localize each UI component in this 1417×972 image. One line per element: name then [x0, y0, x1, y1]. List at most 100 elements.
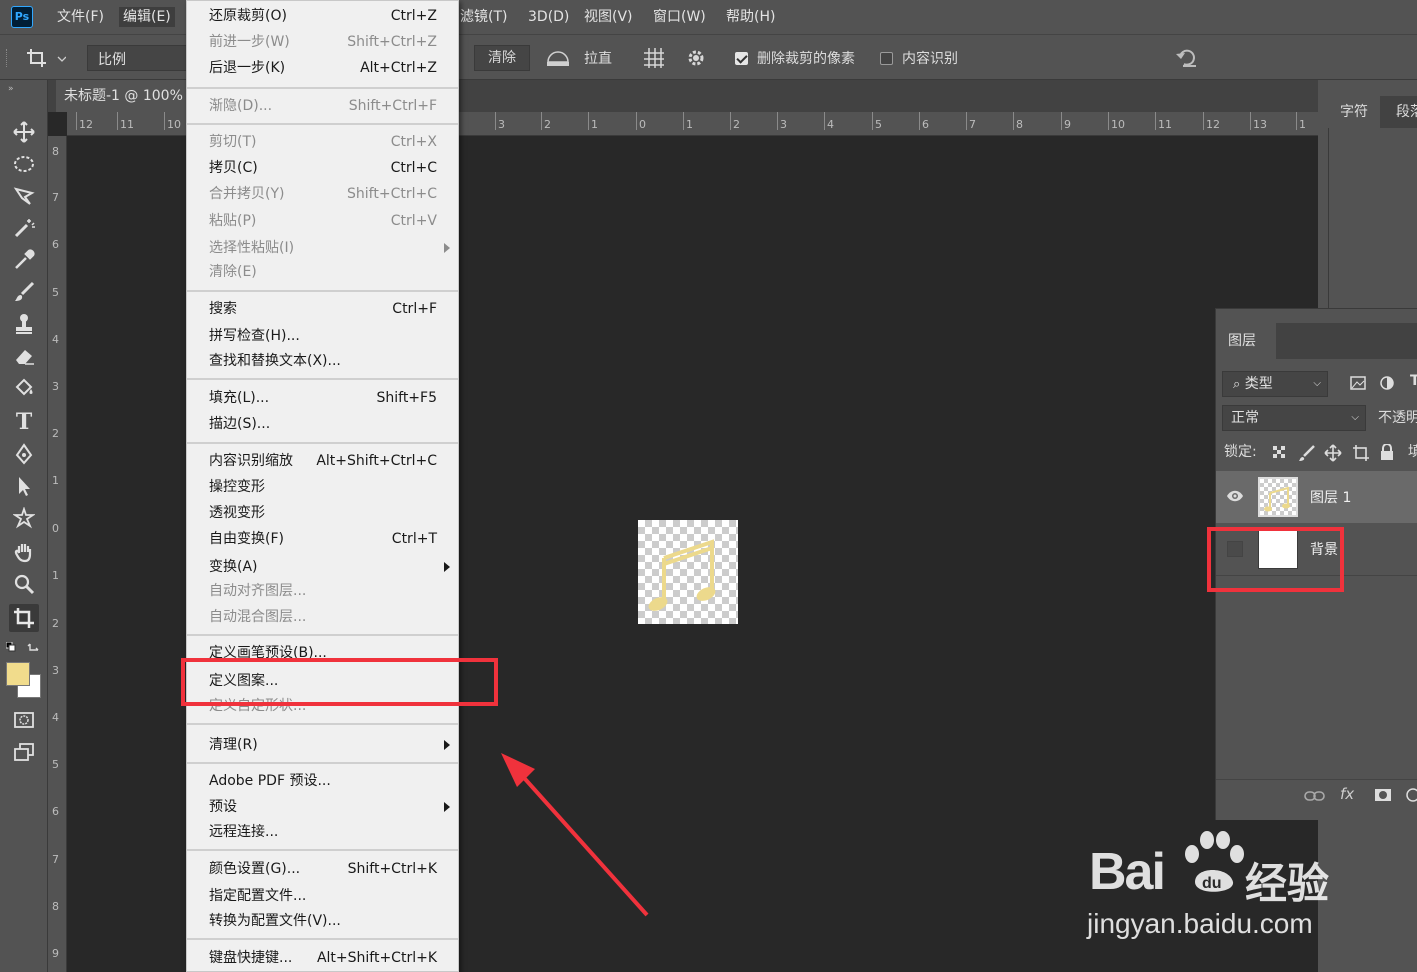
grip-icon	[6, 49, 8, 67]
collapse-icon[interactable]: »	[8, 84, 14, 94]
menu-item-copy-merged[interactable]: 合并拷贝(Y) Shift+Ctrl+C	[187, 181, 458, 207]
tab-layers[interactable]: 图层	[1216, 323, 1276, 359]
menu-item-presets[interactable]: 预设	[187, 794, 458, 820]
tab-paragraph[interactable]: 段落	[1384, 96, 1417, 128]
crop-tool-icon[interactable]	[9, 604, 39, 632]
lock-image-pixels-icon[interactable]	[1298, 445, 1316, 461]
adjustment-layer-filter-icon[interactable]	[1379, 375, 1395, 391]
crop-tool-preset-icon[interactable]	[26, 47, 66, 69]
menu-item-step-backward[interactable]: 后退一步(K) Alt+Ctrl+Z	[187, 55, 458, 81]
menu-file[interactable]: 文件(F)	[57, 8, 104, 26]
menu-item-remote-connections[interactable]: 远程连接...	[187, 819, 458, 845]
menu-item-perspective-warp[interactable]: 透视变形	[187, 500, 458, 526]
layer-row[interactable]: 图层 1	[1216, 471, 1417, 523]
type-layer-filter-icon[interactable]: T	[1410, 373, 1417, 389]
lock-all-icon[interactable]	[1380, 444, 1394, 461]
straighten-label[interactable]: 拉直	[584, 48, 612, 68]
menu-item-paste[interactable]: 粘贴(P) Ctrl+V	[187, 208, 458, 234]
menu-separator	[187, 378, 458, 380]
eraser-tool-icon[interactable]	[9, 342, 39, 370]
clone-stamp-tool-icon[interactable]	[9, 310, 39, 338]
layers-tabbar: 图层	[1216, 323, 1417, 359]
foreground-color-swatch[interactable]	[6, 662, 30, 686]
eye-icon[interactable]	[1226, 489, 1244, 503]
paint-bucket-tool-icon[interactable]	[9, 374, 39, 402]
tab-character[interactable]: 字符	[1328, 96, 1380, 128]
menu-item-color-settings[interactable]: 颜色设置(G)... Shift+Ctrl+K	[187, 856, 458, 882]
content-aware-checkbox[interactable]	[880, 52, 893, 65]
menu-item-assign-profile[interactable]: 指定配置文件...	[187, 883, 458, 909]
menu-item-find-replace[interactable]: 查找和替换文本(X)...	[187, 348, 458, 374]
menu-item-stroke[interactable]: 描边(S)...	[187, 411, 458, 437]
reset-crop-icon[interactable]	[1175, 47, 1199, 69]
straighten-icon[interactable]	[546, 48, 570, 68]
hand-tool-icon[interactable]	[9, 538, 39, 566]
menu-item-step-forward[interactable]: 前进一步(W) Shift+Ctrl+Z	[187, 29, 458, 55]
document-tab[interactable]: 未标题-1 @ 100%	[56, 80, 196, 112]
zoom-tool-icon[interactable]	[9, 570, 39, 598]
menu-item-transform[interactable]: 变换(A)	[187, 554, 458, 580]
menu-view[interactable]: 视图(V)	[584, 8, 633, 26]
menu-item-clear[interactable]: 清除(E)	[187, 259, 458, 285]
delete-cropped-pixels-checkbox[interactable]	[735, 52, 748, 65]
magic-wand-tool-icon[interactable]	[9, 214, 39, 242]
pixel-layer-filter-icon[interactable]	[1350, 375, 1366, 391]
shape-tool-icon[interactable]	[9, 504, 39, 532]
menu-help[interactable]: 帮助(H)	[726, 8, 775, 26]
menu-item-copy[interactable]: 拷贝(C) Ctrl+C	[187, 155, 458, 181]
menu-item-undo[interactable]: 还原裁剪(O) Ctrl+Z	[187, 3, 458, 29]
menu-item-convert-profile[interactable]: 转换为配置文件(V)...	[187, 908, 458, 934]
menu-item-content-aware-scale[interactable]: 内容识别缩放 Alt+Shift+Ctrl+C	[187, 448, 458, 474]
menu-item-pdf-presets[interactable]: Adobe PDF 预设...	[187, 768, 458, 794]
menu-item-puppet-warp[interactable]: 操控变形	[187, 474, 458, 500]
menu-item-spell-check[interactable]: 拼写检查(H)...	[187, 323, 458, 349]
document-canvas[interactable]	[638, 520, 738, 624]
ratio-select[interactable]: 比例	[87, 45, 187, 71]
menu-item-auto-blend-layers[interactable]: 自动混合图层...	[187, 604, 458, 630]
add-mask-icon[interactable]	[1374, 788, 1392, 802]
menu-item-keyboard-shortcuts[interactable]: 键盘快捷键... Alt+Shift+Ctrl+K	[187, 945, 458, 971]
menu-window[interactable]: 窗口(W)	[653, 8, 706, 26]
layer-style-icon[interactable]: fx	[1340, 785, 1354, 803]
eyedropper-tool-icon[interactable]	[9, 246, 39, 274]
menu-item-fade[interactable]: 渐隐(D)... Shift+Ctrl+F	[187, 93, 458, 119]
quick-mask-icon[interactable]	[9, 706, 39, 734]
overlay-grid-icon[interactable]	[643, 47, 665, 69]
menu-item-cut[interactable]: 剪切(T) Ctrl+X	[187, 129, 458, 155]
lock-position-icon[interactable]	[1324, 444, 1342, 462]
menu-3d[interactable]: 3D(D)	[528, 8, 569, 26]
default-colors-icon[interactable]	[6, 642, 42, 654]
lasso-tool-icon[interactable]	[9, 182, 39, 210]
lock-artboard-icon[interactable]	[1352, 445, 1370, 461]
new-fill-layer-icon[interactable]	[1406, 788, 1417, 802]
pen-tool-icon[interactable]	[9, 440, 39, 468]
menu-item-search[interactable]: 搜索 Ctrl+F	[187, 296, 458, 322]
paw-logo-icon: du	[1185, 831, 1244, 892]
ruler-tick: 4	[824, 112, 834, 131]
menu-item-auto-align-layers[interactable]: 自动对齐图层...	[187, 578, 458, 604]
path-selection-tool-icon[interactable]	[9, 472, 39, 500]
type-tool-icon[interactable]: T	[9, 408, 39, 436]
layer-filter-select[interactable]: ⌕ 类型 ⌵	[1222, 371, 1328, 397]
blend-mode-select[interactable]: 正常 ⌵	[1222, 405, 1366, 431]
ruler-tick: 13	[1250, 112, 1267, 131]
gear-icon[interactable]	[686, 47, 710, 69]
menu-edit[interactable]: 编辑(E)	[119, 7, 175, 27]
layer-name[interactable]: 图层 1	[1310, 487, 1351, 507]
menu-item-free-transform[interactable]: 自由变换(F) Ctrl+T	[187, 526, 458, 552]
clear-button[interactable]: 清除	[474, 45, 530, 71]
menu-separator	[187, 849, 458, 851]
menu-item-fill[interactable]: 填充(L)... Shift+F5	[187, 385, 458, 411]
ruler-tick: 7	[52, 191, 59, 204]
move-tool-icon[interactable]	[9, 118, 39, 146]
menu-item-paste-special[interactable]: 选择性粘贴(I)	[187, 235, 458, 261]
ruler-tick: 1	[52, 569, 59, 582]
brush-tool-icon[interactable]	[9, 278, 39, 306]
marquee-tool-icon[interactable]	[9, 150, 39, 178]
link-layers-icon[interactable]	[1304, 789, 1326, 803]
menu-filter[interactable]: 滤镜(T)	[460, 8, 507, 26]
menu-item-purge[interactable]: 清理(R)	[187, 732, 458, 758]
screen-mode-icon[interactable]	[9, 738, 39, 766]
lock-transparent-icon[interactable]	[1272, 445, 1288, 461]
music-note-thumbnail	[1264, 486, 1290, 512]
